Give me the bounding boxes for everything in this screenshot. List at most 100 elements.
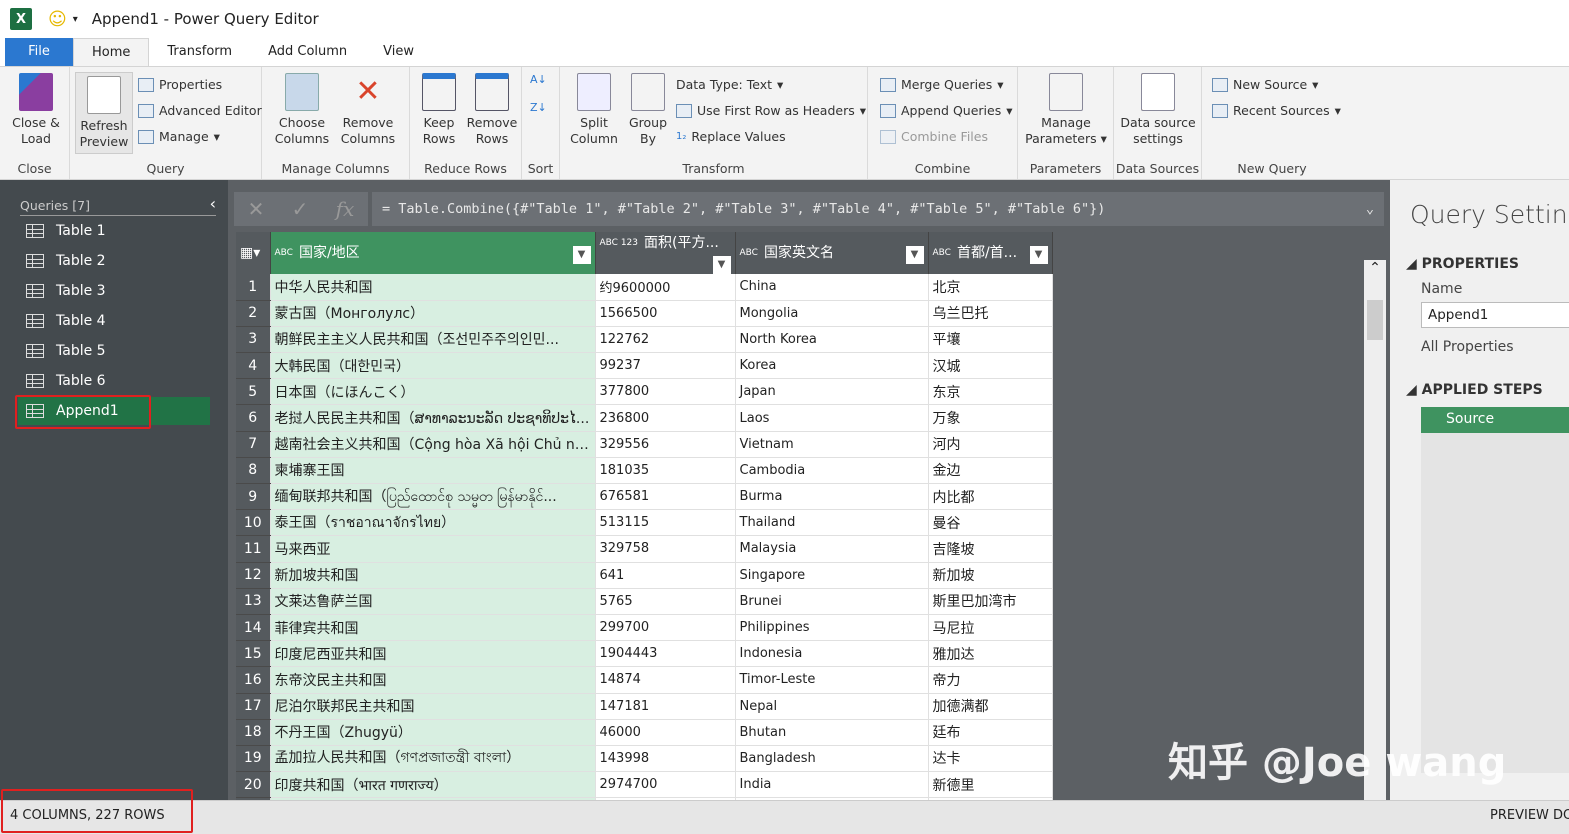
table-cell[interactable]: 文莱达鲁萨兰国 <box>270 588 596 615</box>
query-item[interactable]: Table 5 <box>18 337 210 365</box>
row-number[interactable]: 13 <box>236 588 271 615</box>
table-cell[interactable]: 菲律宾共和国 <box>270 614 596 642</box>
table-cell[interactable]: 中华人民共和国 <box>270 274 596 301</box>
table-cell[interactable]: Singapore <box>735 562 929 589</box>
row-number[interactable]: 3 <box>236 326 271 354</box>
row-number[interactable]: 8 <box>236 457 271 485</box>
remove-columns-button[interactable]: ✕ Remove Columns <box>336 73 400 147</box>
table-cell[interactable]: 达卡 <box>928 745 1053 773</box>
table-cell[interactable]: 蒙古国（Монголулс） <box>270 300 596 327</box>
table-cell[interactable]: 377800 <box>595 378 736 406</box>
table-cell[interactable]: 236800 <box>595 404 736 432</box>
expand-chevron-icon[interactable]: ⌄ <box>1366 201 1374 217</box>
table-cell[interactable]: 加德满都 <box>928 693 1053 720</box>
cancel-icon[interactable]: ✕ <box>248 197 265 221</box>
table-cell[interactable]: 147181 <box>595 693 736 720</box>
table-cell[interactable]: 平壤 <box>928 326 1053 354</box>
sort-descending-button[interactable]: Z↓ <box>530 101 547 114</box>
tab-add-column[interactable]: Add Column <box>250 38 365 66</box>
table-cell[interactable]: Thailand <box>735 509 929 537</box>
row-number[interactable]: 2 <box>236 300 271 327</box>
table-cell[interactable]: 泰王国（ราชอาณาจักรไทย） <box>270 509 596 537</box>
tab-transform[interactable]: Transform <box>149 38 250 66</box>
table-cell[interactable]: 雅加达 <box>928 640 1053 668</box>
row-number[interactable]: 11 <box>236 535 271 563</box>
collapse-chevron-icon[interactable]: ‹ <box>210 196 216 212</box>
table-cell[interactable]: 299700 <box>595 614 736 642</box>
table-cell[interactable]: 14874 <box>595 666 736 694</box>
choose-columns-button[interactable]: Choose Columns <box>270 73 334 147</box>
tab-file[interactable]: File <box>5 38 73 66</box>
table-cell[interactable]: 廷布 <box>928 719 1053 746</box>
table-cell[interactable]: 缅甸联邦共和国（ပြည်ထောင်စု သမ္မတ မြန်မာနိုင်... <box>270 483 596 511</box>
text-type-icon[interactable]: ABC <box>740 248 758 258</box>
replace-values-button[interactable]: 1₂ Replace Values <box>676 129 786 144</box>
table-cell[interactable]: 513115 <box>595 509 736 537</box>
table-cell[interactable]: 斯里巴加湾市 <box>928 588 1053 615</box>
properties-section[interactable]: ◢ PROPERTIES <box>1406 256 1519 272</box>
column-header[interactable]: ABC 123 面积(平方... ▼ <box>595 232 736 274</box>
table-cell[interactable]: 1904443 <box>595 640 736 668</box>
table-cell[interactable]: 日本国（にほんこく） <box>270 378 596 406</box>
table-menu-button[interactable]: ▦▾ <box>236 232 271 274</box>
table-cell[interactable]: 641 <box>595 562 736 589</box>
table-cell[interactable]: 5765 <box>595 588 736 615</box>
table-cell[interactable]: 汉城 <box>928 352 1053 380</box>
table-cell[interactable]: 柬埔寨王国 <box>270 457 596 485</box>
table-cell[interactable]: 大韩民国（대한민국） <box>270 352 596 380</box>
query-item[interactable]: Table 2 <box>18 247 210 275</box>
table-cell[interactable]: 99237 <box>595 352 736 380</box>
query-item[interactable]: Table 4 <box>18 307 210 335</box>
table-cell[interactable]: Mongolia <box>735 300 929 327</box>
table-cell[interactable]: 新加坡共和国 <box>270 562 596 589</box>
manage-button[interactable]: Manage ▾ <box>138 129 220 144</box>
filter-dropdown-icon[interactable]: ▼ <box>572 246 591 264</box>
name-input[interactable]: Append1 <box>1421 302 1569 328</box>
table-cell[interactable]: Philippines <box>735 614 929 642</box>
table-cell[interactable]: 越南社会主义共和国（Cộng hòa Xã hội Chủ nghĩ... <box>270 431 596 458</box>
table-cell[interactable]: Cambodia <box>735 457 929 485</box>
split-column-button[interactable]: Split Column <box>566 73 622 147</box>
new-source-button[interactable]: New Source ▾ <box>1212 77 1318 92</box>
table-cell[interactable]: Bangladesh <box>735 745 929 773</box>
text-type-icon[interactable]: ABC <box>933 248 951 258</box>
column-header[interactable]: ABC 国家英文名 ▼ <box>735 232 929 274</box>
table-cell[interactable]: 北京 <box>928 274 1053 301</box>
table-cell[interactable]: 万象 <box>928 404 1053 432</box>
table-cell[interactable]: 东帝汶民主共和国 <box>270 666 596 694</box>
table-cell[interactable]: 143998 <box>595 745 736 773</box>
remove-rows-button[interactable]: Remove Rows <box>464 73 520 147</box>
table-cell[interactable]: Vietnam <box>735 431 929 458</box>
row-number[interactable]: 1 <box>236 274 271 301</box>
row-number[interactable]: 12 <box>236 562 271 589</box>
scroll-up-icon[interactable]: ⌃ <box>1364 260 1386 276</box>
use-first-row-headers-button[interactable]: Use First Row as Headers ▾ <box>676 103 866 118</box>
refresh-preview-button[interactable]: Refresh Preview <box>75 72 133 154</box>
merge-queries-button[interactable]: Merge Queries ▾ <box>880 77 1004 92</box>
step-source[interactable]: Source <box>1421 407 1569 433</box>
table-cell[interactable]: 印度共和国（भारत गणराज्य） <box>270 771 596 799</box>
table-cell[interactable]: 马来西亚 <box>270 535 596 563</box>
keep-rows-button[interactable]: Keep Rows <box>414 73 464 147</box>
filter-dropdown-icon[interactable]: ▼ <box>905 246 924 264</box>
table-cell[interactable]: Korea <box>735 352 929 380</box>
table-cell[interactable]: 122762 <box>595 326 736 354</box>
table-cell[interactable]: 新德里 <box>928 771 1053 799</box>
table-cell[interactable]: 印度尼西亚共和国 <box>270 640 596 668</box>
table-cell[interactable]: 676581 <box>595 483 736 511</box>
smiley-feedback-icon[interactable]: ☺ <box>48 9 67 30</box>
table-cell[interactable]: Timor-Leste <box>735 666 929 694</box>
filter-dropdown-icon[interactable]: ▼ <box>712 256 731 274</box>
table-cell[interactable]: India <box>735 771 929 799</box>
table-cell[interactable]: Indonesia <box>735 640 929 668</box>
row-number[interactable]: 15 <box>236 640 271 668</box>
table-cell[interactable]: Brunei <box>735 588 929 615</box>
table-cell[interactable]: North Korea <box>735 326 929 354</box>
data-source-settings-button[interactable]: Data source settings <box>1116 73 1200 147</box>
check-icon[interactable]: ✓ <box>292 197 309 221</box>
table-cell[interactable]: 东京 <box>928 378 1053 406</box>
table-cell[interactable]: 帝力 <box>928 666 1053 694</box>
table-cell[interactable]: 曼谷 <box>928 509 1053 537</box>
table-cell[interactable]: 金边 <box>928 457 1053 485</box>
quick-access-dropdown-icon[interactable]: ▾ <box>73 14 78 25</box>
